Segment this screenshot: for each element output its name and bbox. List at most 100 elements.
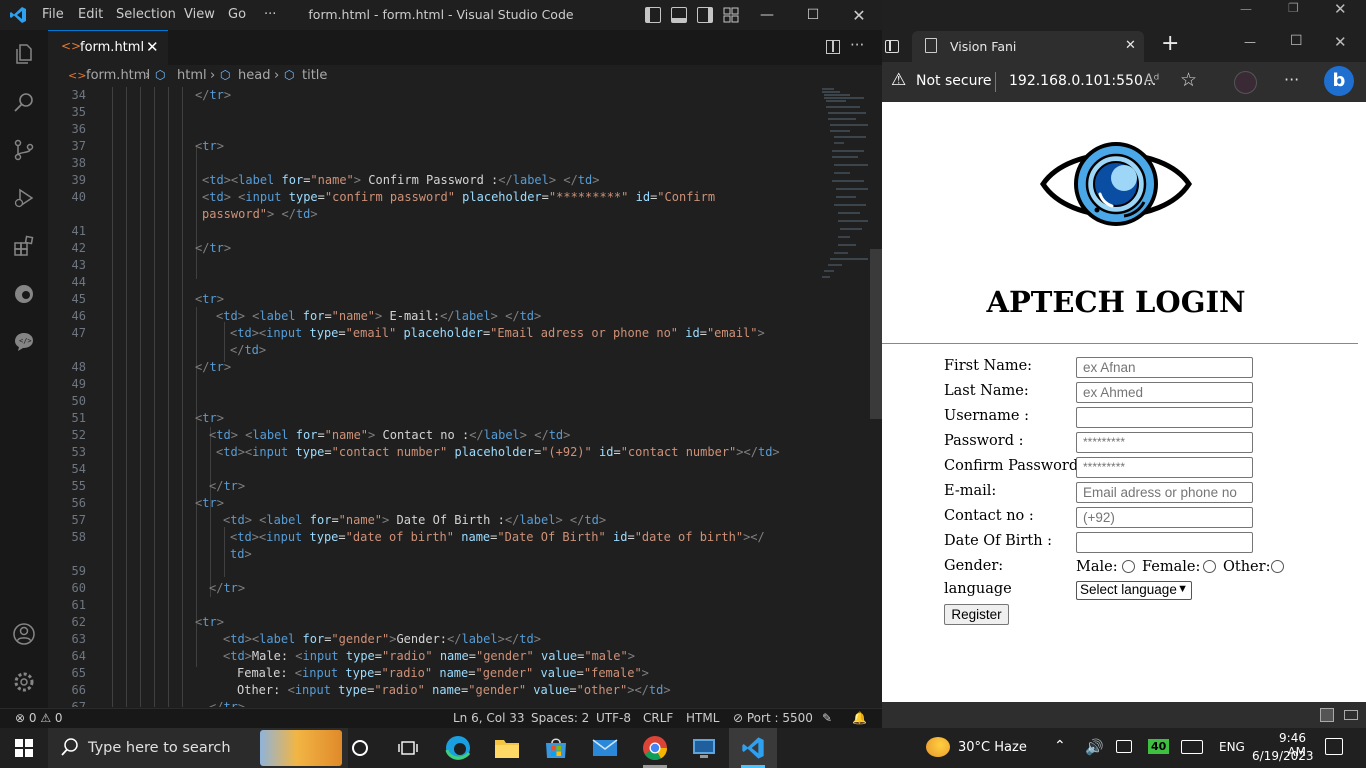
search-icon[interactable] [0,78,48,126]
edge-devtools-icon[interactable] [0,270,48,318]
register-button[interactable]: Register [944,604,1009,625]
cursor-position[interactable]: Ln 6, Col 33 [453,711,525,725]
windows-start-icon[interactable] [0,728,48,768]
code-line: <td> <label for="name"> Contact no :</la… [209,428,571,442]
language-select[interactable]: Select language ▼ [1076,581,1192,600]
read-aloud-icon[interactable]: Aᵈ [1144,72,1159,88]
split-editor-icon[interactable] [826,40,840,54]
breadcrumb-item-html[interactable]: html [177,68,207,83]
extensions-icon[interactable] [0,222,48,270]
customize-layout-icon[interactable] [723,7,739,23]
last-name-input[interactable]: ex Ahmed [1076,382,1253,403]
profile-avatar[interactable] [1234,71,1257,94]
taskbar-search-box[interactable]: Type here to search [48,728,348,768]
email-input[interactable]: Email adress or phone no [1076,482,1253,503]
cortana-icon[interactable] [336,728,384,768]
inner-maximize-icon[interactable]: ☐ [1290,33,1303,49]
line-number: 62 [71,615,86,629]
mail-app-icon[interactable] [581,728,629,768]
weather-text[interactable]: 30°C Haze [958,740,1027,755]
accounts-icon[interactable] [0,610,48,658]
minimize-icon[interactable]: — [744,0,790,30]
confirm-password-input[interactable]: ********* [1076,457,1253,478]
language-mode[interactable]: HTML [686,711,719,725]
gender-other-radio[interactable] [1271,560,1284,573]
favorite-star-icon[interactable]: ☆ [1180,69,1197,91]
weather-icon[interactable] [926,737,950,757]
gender-male-radio[interactable] [1122,560,1135,573]
minimap[interactable] [820,87,870,287]
toggle-panel-icon[interactable] [671,7,687,23]
browser-minimize-icon[interactable]: — [1240,2,1252,16]
speaker-icon[interactable]: 🔊 [1085,738,1104,756]
new-tab-icon[interactable]: + [1161,33,1179,55]
menu-go[interactable]: Go [228,7,246,22]
browser-tab-close-icon[interactable]: ✕ [1125,38,1136,53]
tab-form-html[interactable]: <> form.html ✕ [48,30,168,65]
inner-minimize-icon[interactable]: — [1244,35,1256,49]
show-hidden-icons-chevron[interactable]: ⌃ [1054,738,1066,754]
feedback-icon[interactable]: ✎ [822,711,832,725]
inner-close-icon[interactable]: ✕ [1334,33,1347,51]
settings-gear-icon[interactable] [0,658,48,706]
microsoft-store-icon[interactable] [532,728,580,768]
line-number: 39 [71,173,86,187]
toggle-secondary-sidebar-icon[interactable] [697,7,713,23]
network-icon[interactable] [1116,740,1132,753]
url-field[interactable]: 192.168.0.101:550... [1009,73,1156,89]
tab-actions-icon[interactable] [885,40,899,53]
sidebar-toggle-icon[interactable] [1320,708,1334,722]
dob-input[interactable] [1076,532,1253,553]
keyboard-icon[interactable] [1181,740,1203,754]
vscode-taskbar-active[interactable] [729,728,777,768]
close-icon[interactable]: ✕ [836,0,882,30]
settings-more-icon[interactable]: ··· [1284,70,1299,89]
live-server-port[interactable]: ⊘ Port : 5500 [733,711,813,725]
notification-center-icon[interactable] [1325,738,1343,755]
tab-close-icon[interactable]: ✕ [146,38,159,56]
eol-setting[interactable]: CRLF [643,711,673,725]
problems-indicator[interactable]: ⊗ 0 ⚠ 0 [15,711,63,725]
task-view-icon[interactable] [384,728,432,768]
clock-date[interactable]: 6/19/2023 [1252,749,1314,763]
indentation-setting[interactable]: Spaces: 2 [531,711,589,725]
breadcrumb-item-file[interactable]: form.html [86,68,150,83]
menu-more[interactable]: ··· [264,7,276,22]
editor-scrollbar-thumb[interactable] [870,249,882,419]
live-share-icon[interactable]: </> [0,318,48,366]
browser-restore-icon[interactable]: ❐ [1288,1,1299,15]
breadcrumb-item-head[interactable]: head [238,68,270,83]
menu-edit[interactable]: Edit [78,7,103,22]
chrome-app-icon[interactable] [631,728,679,768]
not-secure-label[interactable]: Not secure [916,73,992,89]
menu-selection[interactable]: Selection [116,7,176,22]
breadcrumb-item-title[interactable]: title [302,68,327,83]
toggle-primary-sidebar-icon[interactable] [645,7,661,23]
line-number: 56 [71,496,86,510]
edge-app-icon[interactable] [434,728,482,768]
gender-female-radio[interactable] [1203,560,1216,573]
notifications-bell-icon[interactable]: 🔔 [852,711,867,725]
explorer-icon[interactable] [0,30,48,78]
more-actions-icon[interactable]: ··· [850,36,864,54]
contact-input[interactable]: (+92) [1076,507,1253,528]
browser-close-icon[interactable]: ✕ [1334,0,1347,18]
code-editor[interactable]: 34 35 36 37 38 39 40 41 42 43 44 45 46 47 48 49 50 51 52 53… [48,87,882,707]
bing-copilot-icon[interactable]: b [1324,66,1354,96]
source-control-icon[interactable] [0,126,48,174]
encoding-setting[interactable]: UTF-8 [596,711,631,725]
remote-desktop-icon[interactable] [680,728,728,768]
input-language[interactable]: ENG [1219,740,1245,754]
battery-badge[interactable]: 40 [1148,739,1170,754]
browser-tab[interactable]: Vision Fani ✕ [912,31,1144,62]
menu-view[interactable]: View [184,7,215,22]
username-input[interactable] [1076,407,1253,428]
password-input[interactable]: ********* [1076,432,1253,453]
maximize-icon[interactable]: ☐ [790,0,836,30]
breadcrumb-file-icon: <> [68,69,87,82]
file-explorer-icon[interactable] [483,728,531,768]
screen-icon[interactable] [1344,710,1358,720]
first-name-input[interactable]: ex Afnan [1076,357,1253,378]
menu-file[interactable]: File [42,7,64,22]
run-debug-icon[interactable] [0,174,48,222]
